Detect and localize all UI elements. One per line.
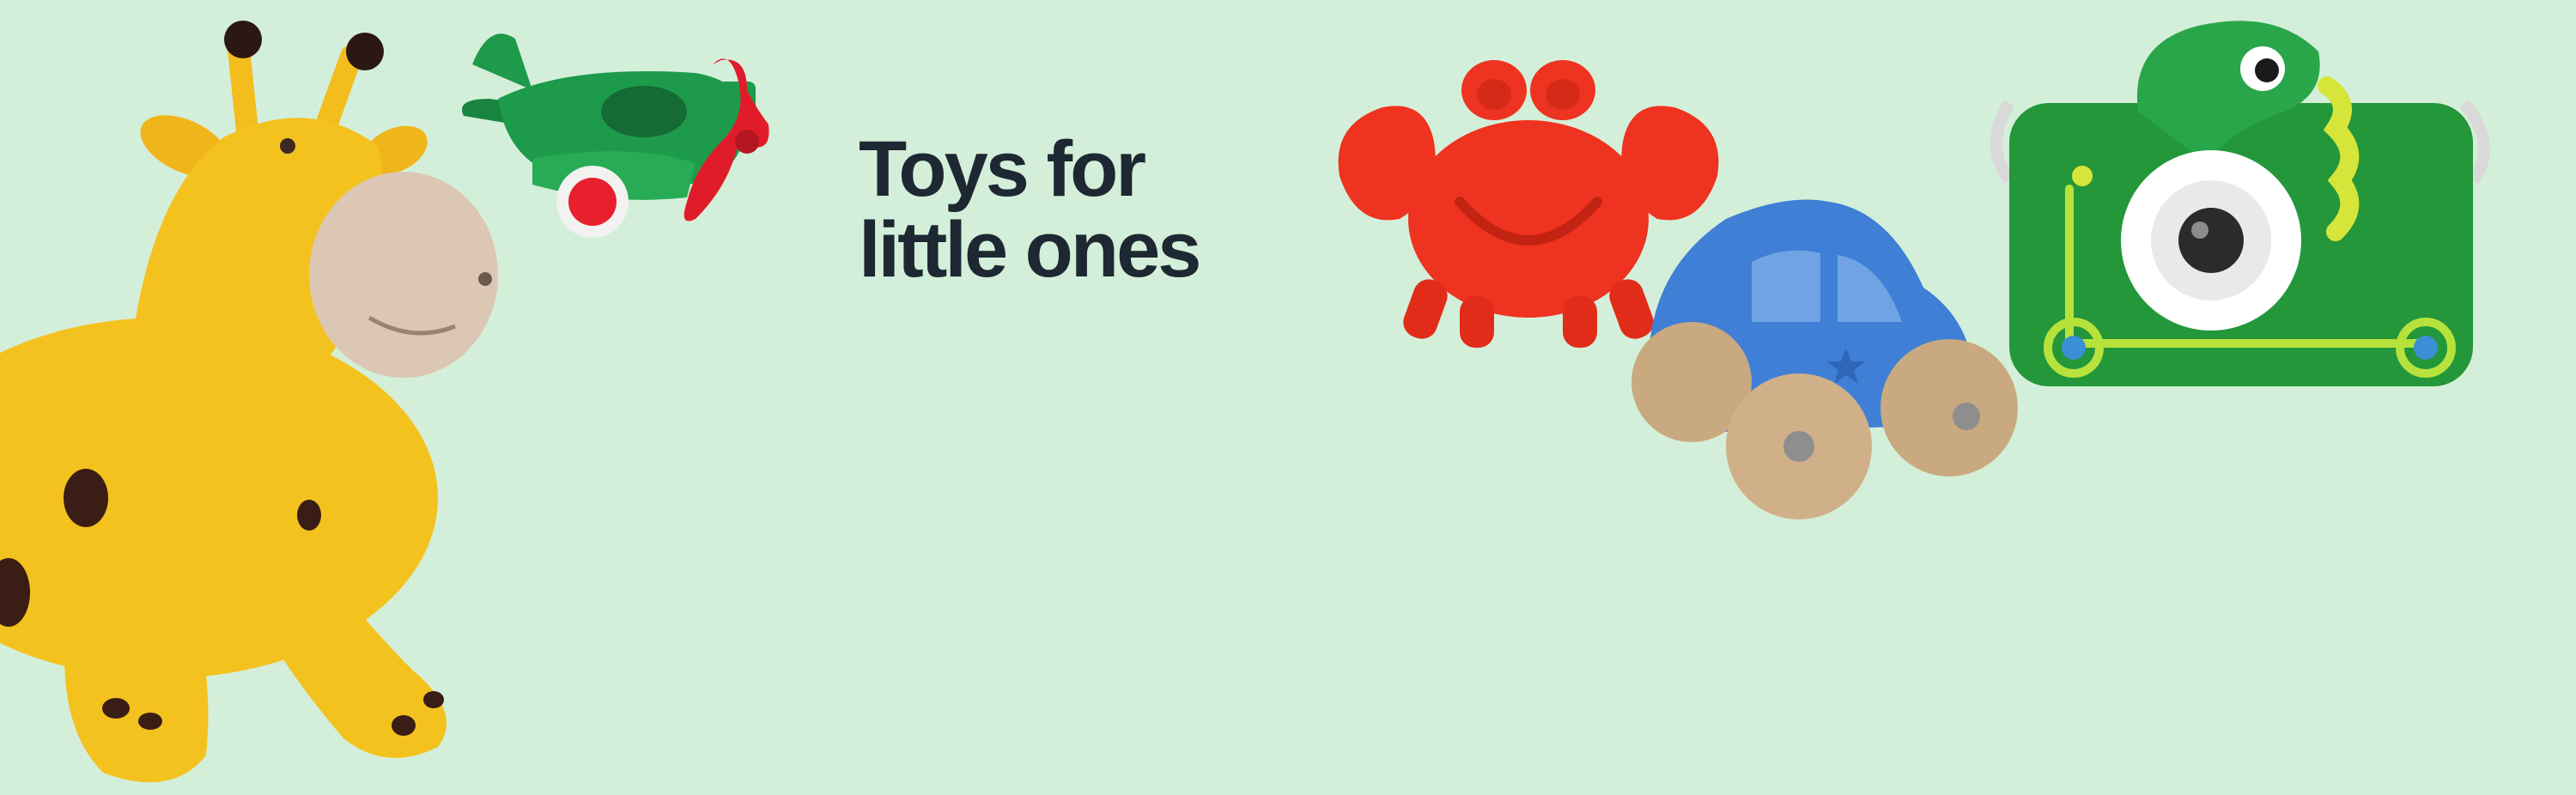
headline-line-1: Toys for <box>859 125 1146 213</box>
promo-banner[interactable]: Toys for little ones <box>0 0 2576 795</box>
headline-line-2: little ones <box>859 206 1201 294</box>
wooden-car-toy <box>1631 199 2018 519</box>
dinosaur-kids-camera <box>1990 21 2490 386</box>
banner-headline: Toys for little ones <box>859 125 1201 294</box>
airplane-toy <box>462 33 769 238</box>
